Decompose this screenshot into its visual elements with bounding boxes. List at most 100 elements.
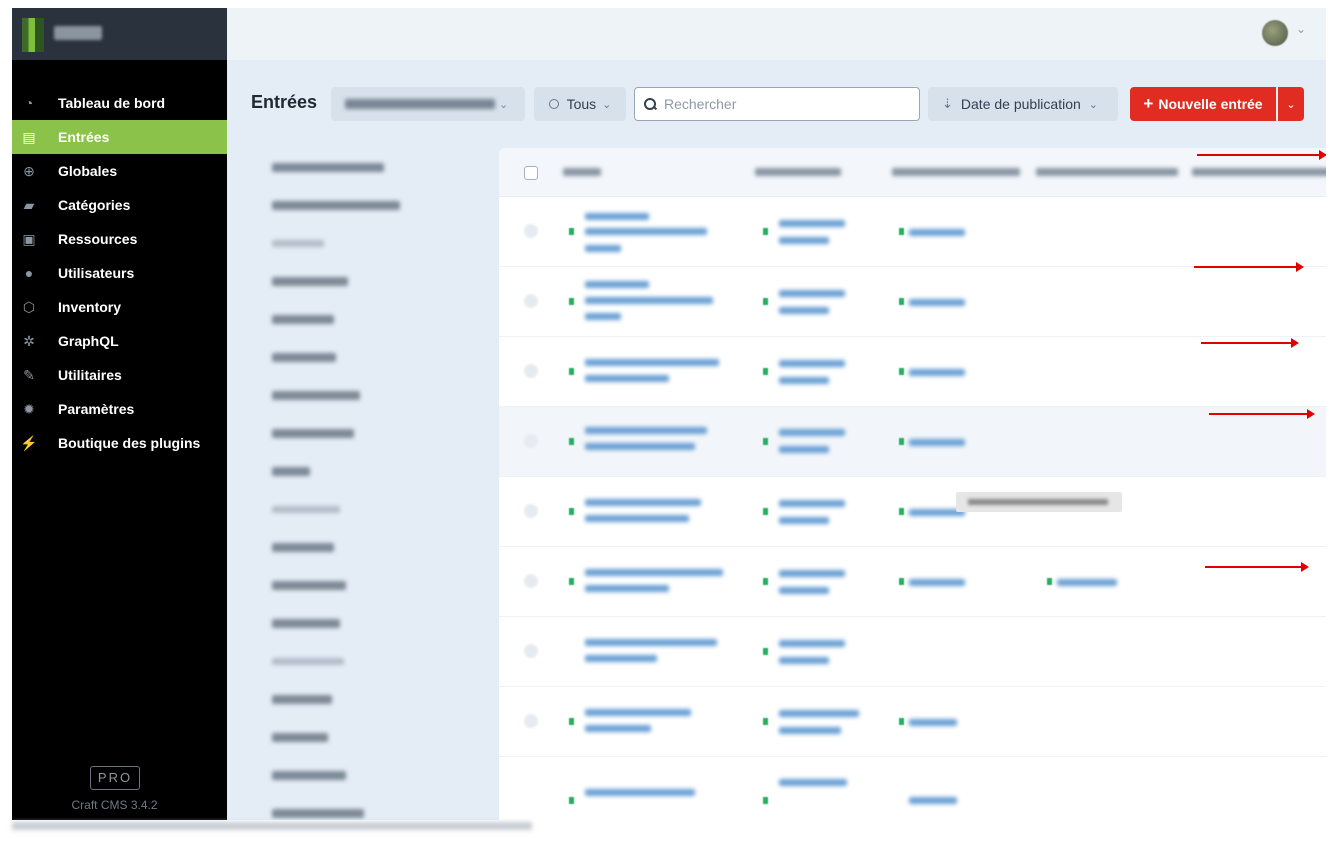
- related-blurred[interactable]: [909, 579, 965, 586]
- entry-title-blurred[interactable]: [585, 427, 707, 434]
- author-blurred[interactable]: [779, 307, 829, 314]
- table-row[interactable]: [499, 267, 1326, 337]
- row-checkbox[interactable]: [524, 224, 538, 238]
- nav-item-globals[interactable]: ⊕ Globales: [12, 154, 227, 188]
- row-checkbox[interactable]: [524, 364, 538, 378]
- column-header[interactable]: [1192, 168, 1326, 176]
- nav-item-users[interactable]: ● Utilisateurs: [12, 256, 227, 290]
- user-avatar[interactable]: [1262, 20, 1288, 46]
- table-row[interactable]: [499, 617, 1326, 687]
- author-blurred[interactable]: [779, 220, 845, 227]
- source-item[interactable]: [227, 300, 497, 338]
- entry-title-blurred[interactable]: [585, 375, 669, 382]
- related-blurred[interactable]: [909, 299, 965, 306]
- author-blurred[interactable]: [779, 377, 829, 384]
- author-blurred[interactable]: [779, 779, 847, 786]
- column-header[interactable]: [892, 168, 1020, 176]
- source-item[interactable]: [227, 186, 497, 224]
- column-header[interactable]: [1036, 168, 1178, 176]
- search-box[interactable]: [634, 87, 920, 121]
- entry-title-blurred[interactable]: [585, 228, 707, 235]
- nav-item-graphql[interactable]: ✲ GraphQL: [12, 324, 227, 358]
- entry-title-blurred[interactable]: [585, 297, 713, 304]
- entry-title-blurred[interactable]: [585, 569, 723, 576]
- row-checkbox[interactable]: [524, 434, 538, 448]
- table-row[interactable]: [499, 687, 1326, 757]
- nav-item-assets[interactable]: ▣ Ressources: [12, 222, 227, 256]
- entry-title-blurred[interactable]: [585, 789, 695, 796]
- sort-button[interactable]: ⇣ Date de publication ⌄: [928, 87, 1118, 121]
- author-blurred[interactable]: [779, 500, 845, 507]
- related-blurred[interactable]: [909, 369, 965, 376]
- table-row[interactable]: [499, 547, 1326, 617]
- entry-title-blurred[interactable]: [585, 313, 621, 320]
- column-header-title[interactable]: [563, 168, 601, 176]
- search-input[interactable]: [662, 95, 906, 113]
- related-blurred[interactable]: [1057, 579, 1117, 586]
- source-item[interactable]: [227, 148, 497, 186]
- nav-item-dashboard[interactable]: ◔ Tableau de bord: [12, 86, 227, 120]
- row-checkbox[interactable]: [524, 644, 538, 658]
- new-entry-button[interactable]: + Nouvelle entrée: [1130, 87, 1276, 121]
- author-blurred[interactable]: [779, 587, 829, 594]
- site-name-blurred[interactable]: [54, 26, 102, 40]
- table-row[interactable]: [499, 477, 1326, 547]
- nav-item-entries[interactable]: ▤ Entrées: [12, 120, 227, 154]
- source-item[interactable]: [227, 338, 497, 376]
- entry-title-blurred[interactable]: [585, 499, 701, 506]
- entry-title-blurred[interactable]: [585, 725, 651, 732]
- author-blurred[interactable]: [779, 446, 829, 453]
- source-item[interactable]: [227, 794, 497, 820]
- author-blurred[interactable]: [779, 429, 845, 436]
- row-checkbox[interactable]: [524, 294, 538, 308]
- entry-title-blurred[interactable]: [585, 709, 691, 716]
- nav-item-categories[interactable]: ▰ Catégories: [12, 188, 227, 222]
- select-all-checkbox[interactable]: [524, 166, 538, 180]
- source-item[interactable]: [227, 528, 497, 566]
- column-header[interactable]: [755, 168, 841, 176]
- entry-title-blurred[interactable]: [585, 585, 669, 592]
- entry-title-blurred[interactable]: [585, 245, 621, 252]
- entry-title-blurred[interactable]: [585, 359, 719, 366]
- site-selector[interactable]: ⌄: [331, 87, 525, 121]
- table-row[interactable]: [499, 197, 1326, 267]
- chevron-down-icon[interactable]: ⌄: [1296, 22, 1306, 36]
- site-logo[interactable]: [22, 18, 44, 52]
- source-item[interactable]: [227, 756, 497, 794]
- author-blurred[interactable]: [779, 570, 845, 577]
- source-item[interactable]: [227, 452, 497, 490]
- nav-item-settings[interactable]: ✹ Paramètres: [12, 392, 227, 426]
- table-row[interactable]: [499, 757, 1326, 820]
- author-blurred[interactable]: [779, 237, 829, 244]
- entry-title-blurred[interactable]: [585, 639, 717, 646]
- related-blurred[interactable]: [909, 229, 965, 236]
- author-blurred[interactable]: [779, 360, 845, 367]
- source-item[interactable]: [227, 262, 497, 300]
- source-item[interactable]: [227, 376, 497, 414]
- author-blurred[interactable]: [779, 517, 829, 524]
- nav-item-inventory[interactable]: ⬡ Inventory: [12, 290, 227, 324]
- source-item[interactable]: [227, 604, 497, 642]
- author-blurred[interactable]: [779, 657, 829, 664]
- related-blurred[interactable]: [909, 797, 957, 804]
- related-blurred[interactable]: [909, 719, 957, 726]
- table-row[interactable]: [499, 407, 1326, 477]
- table-row[interactable]: [499, 337, 1326, 407]
- entry-title-blurred[interactable]: [585, 281, 649, 288]
- entry-title-blurred[interactable]: [585, 213, 649, 220]
- entry-title-blurred[interactable]: [585, 515, 689, 522]
- source-item[interactable]: [227, 718, 497, 756]
- status-filter-button[interactable]: Tous ⌄: [534, 87, 626, 121]
- author-blurred[interactable]: [779, 290, 845, 297]
- source-item[interactable]: [227, 414, 497, 452]
- nav-item-utilities[interactable]: ✎ Utilitaires: [12, 358, 227, 392]
- entry-title-blurred[interactable]: [585, 443, 695, 450]
- row-checkbox[interactable]: [524, 714, 538, 728]
- entry-title-blurred[interactable]: [585, 655, 657, 662]
- author-blurred[interactable]: [779, 640, 845, 647]
- related-blurred[interactable]: [909, 439, 965, 446]
- source-item[interactable]: [227, 680, 497, 718]
- author-blurred[interactable]: [779, 710, 859, 717]
- nav-item-plugin-store[interactable]: ⚡ Boutique des plugins: [12, 426, 227, 460]
- row-checkbox[interactable]: [524, 504, 538, 518]
